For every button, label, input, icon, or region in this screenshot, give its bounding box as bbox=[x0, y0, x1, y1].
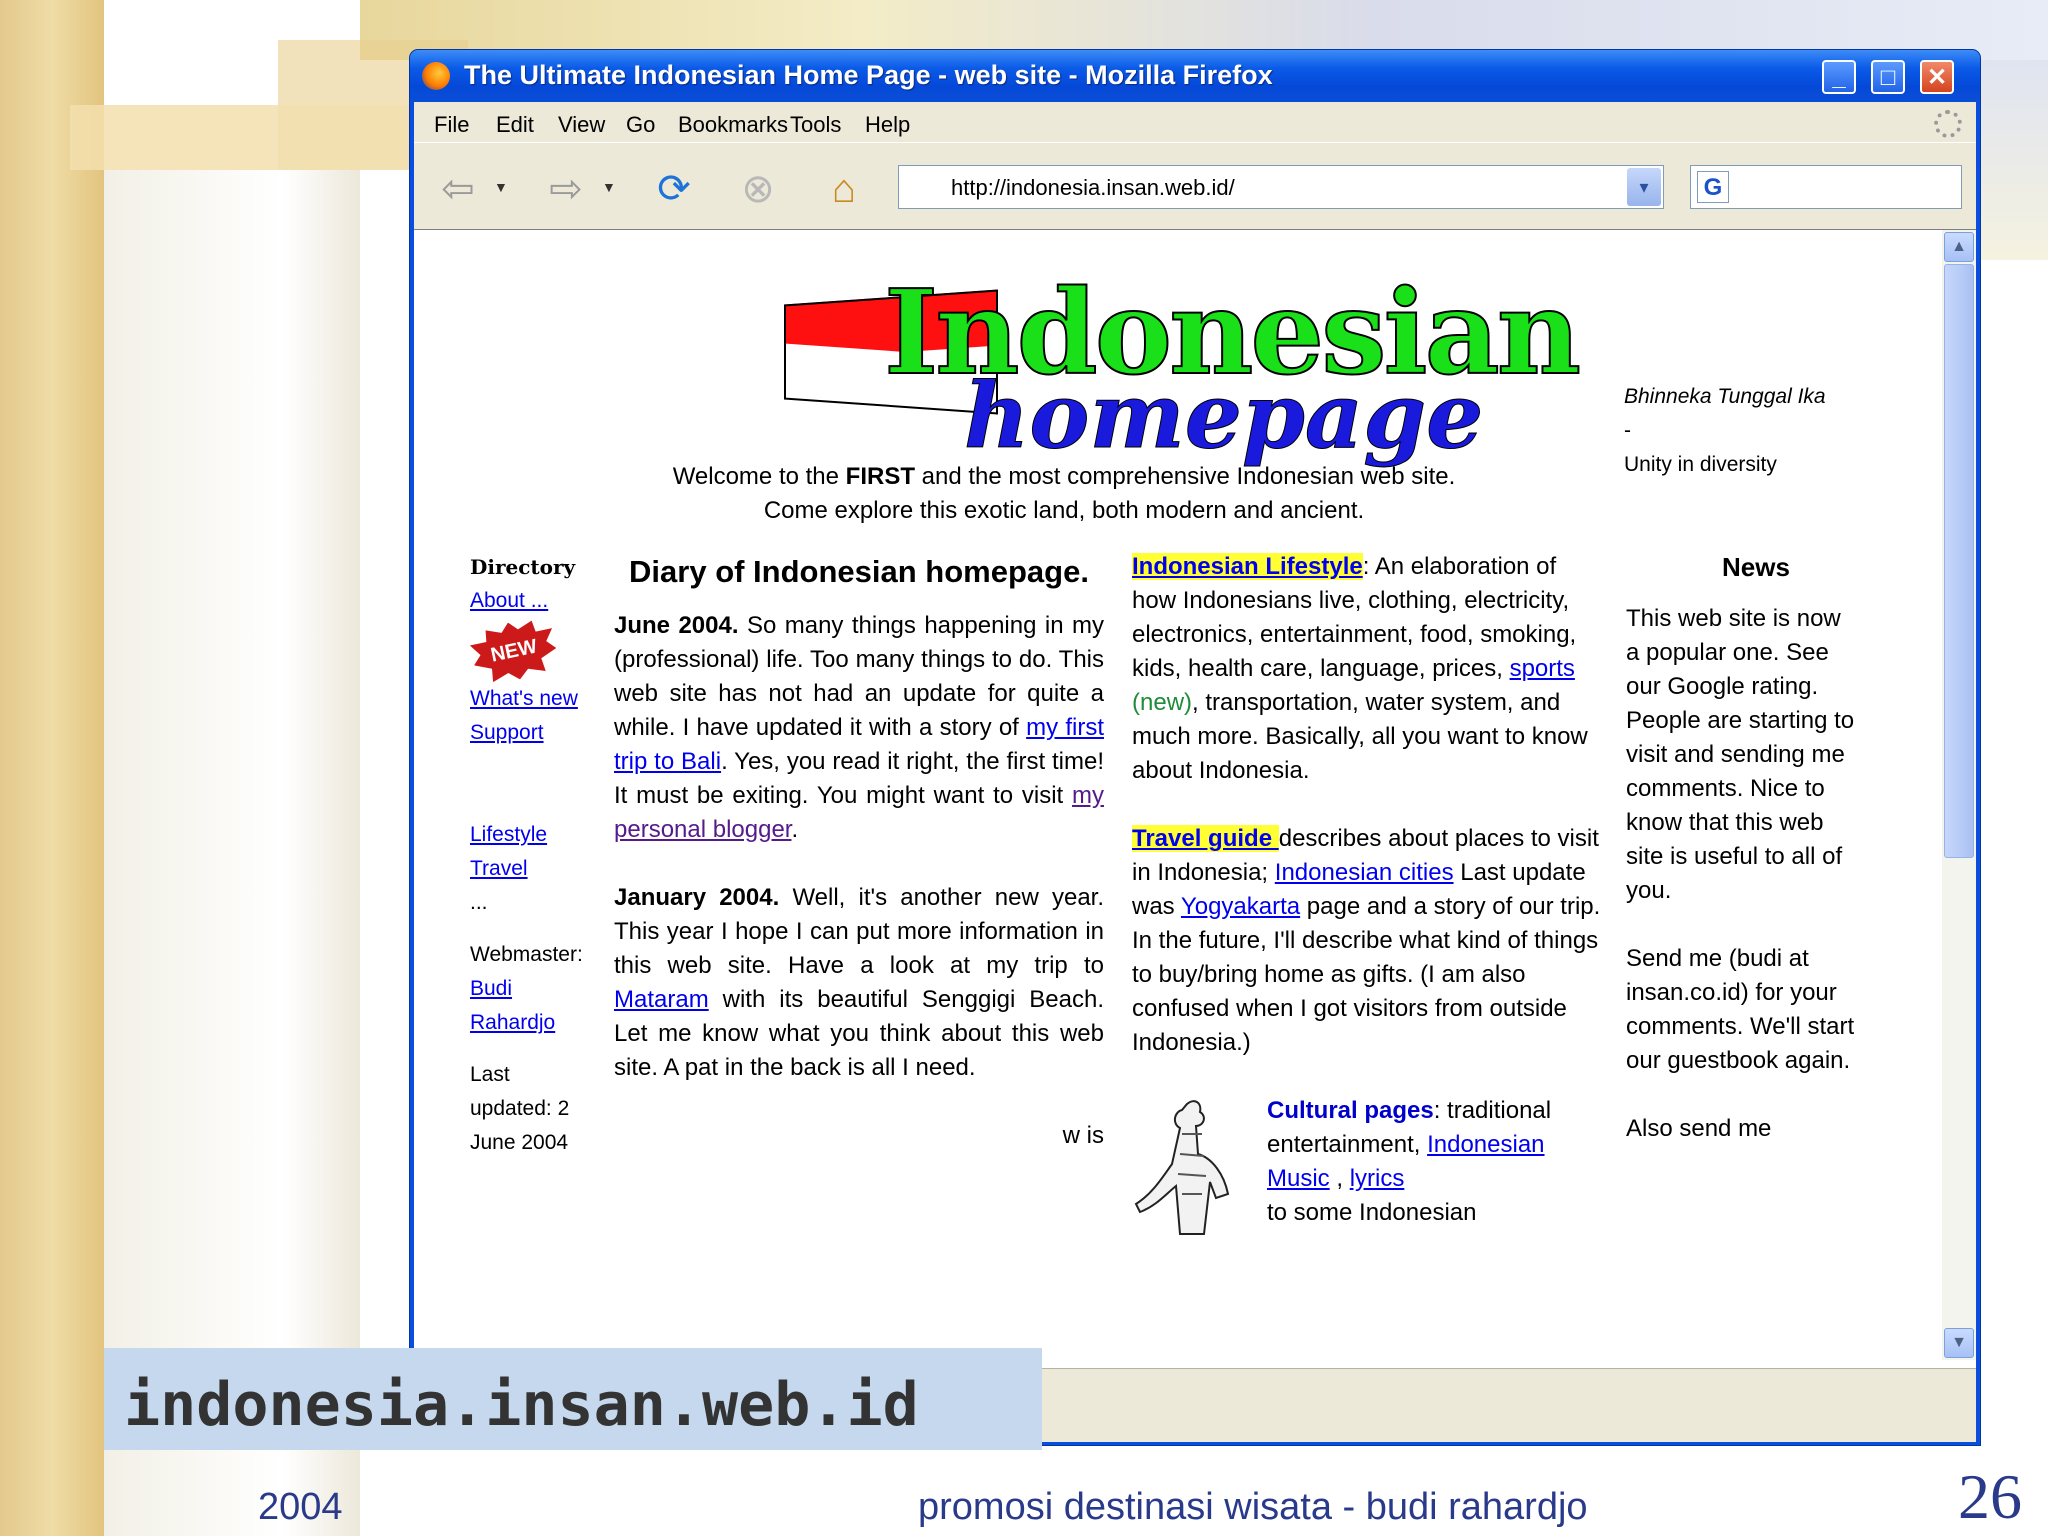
motto-line2: - bbox=[1624, 419, 1631, 442]
cultural-partial-text: to some Indonesian bbox=[1267, 1199, 1477, 1226]
menu-bookmarks[interactable]: Bookmarks bbox=[678, 112, 788, 138]
webmaster-label: Webmaster: bbox=[470, 943, 583, 966]
link-travel[interactable]: Travel bbox=[470, 857, 528, 880]
address-dropdown-icon[interactable]: ▾ bbox=[1627, 168, 1661, 206]
address-input[interactable]: http://indonesia.insan.web.id/ bbox=[951, 175, 1235, 201]
address-bar[interactable]: http://indonesia.insan.web.id/ ▾ bbox=[898, 165, 1664, 209]
link-sports[interactable]: sports bbox=[1510, 655, 1575, 682]
stop-icon[interactable]: ⊗ bbox=[734, 165, 782, 213]
travel-section: Travel guide describes about places to v… bbox=[1132, 822, 1602, 1060]
footer-title: promosi destinasi wisata - budi rahardjo bbox=[918, 1486, 1588, 1528]
slide-decoration-column bbox=[104, 170, 360, 1536]
welcome-post: and the most comprehensive Indonesian we… bbox=[914, 463, 1456, 490]
link-yogyakarta[interactable]: Yogyakarta bbox=[1181, 893, 1300, 920]
minimize-button[interactable]: _ bbox=[1822, 60, 1856, 94]
new-badge-icon: NEW bbox=[467, 614, 561, 688]
link-lifestyle[interactable]: Lifestyle bbox=[470, 823, 547, 846]
slide-decoration-band bbox=[70, 105, 430, 170]
welcome-line2: Come explore this exotic land, both mode… bbox=[763, 497, 1365, 524]
motto-line3: Unity in diversity bbox=[1624, 453, 1777, 476]
site-url-label: indonesia.insan.web.id bbox=[104, 1348, 1042, 1450]
diary-entry-june: June 2004. So many things happening in m… bbox=[614, 609, 1104, 847]
cultural-heading: Cultural pages bbox=[1267, 1097, 1434, 1124]
new-tag: (new) bbox=[1132, 689, 1193, 716]
footer-year: 2004 bbox=[258, 1486, 343, 1528]
slide-decoration-right bbox=[1975, 60, 2048, 260]
home-icon[interactable]: ⌂ bbox=[820, 165, 868, 213]
link-whats-new[interactable]: What's new bbox=[470, 687, 578, 710]
cultural-section: Cultural pages: traditional entertainmen… bbox=[1132, 1094, 1602, 1235]
link-webmaster-last[interactable]: Rahardjo bbox=[470, 1011, 555, 1034]
google-search-icon[interactable]: G bbox=[1697, 171, 1729, 203]
diary-text: . bbox=[791, 816, 799, 843]
diary-title: Diary of Indonesian homepage. bbox=[629, 554, 1089, 589]
directory-heading: Directory bbox=[470, 555, 576, 579]
firefox-icon bbox=[422, 62, 450, 90]
news-heading: News bbox=[1722, 552, 1790, 582]
lifestyle-text: , transportation, water system, and much… bbox=[1132, 689, 1588, 784]
menu-tools[interactable]: Tools bbox=[790, 112, 841, 138]
menu-file[interactable]: File bbox=[434, 112, 469, 138]
news-column: News This web site is now a popular one.… bbox=[1626, 550, 1856, 1146]
reload-icon[interactable]: ⟳ bbox=[650, 165, 698, 213]
cultural-separator: , bbox=[1329, 1165, 1350, 1192]
news-paragraph: Send me (budi at insan.co.id) for your c… bbox=[1626, 945, 1855, 1074]
lifestyle-section: Indonesian Lifestyle: An elaboration of … bbox=[1132, 550, 1602, 788]
welcome-pre: Welcome to the bbox=[672, 463, 846, 490]
navigation-toolbar: ⇦ ▼ ⇨ ▼ ⟳ ⊗ ⌂ http://indonesia.insan.web… bbox=[414, 142, 1976, 230]
motto-line1: Bhinneka Tunggal Ika bbox=[1624, 385, 1826, 408]
diary-column: Diary of Indonesian homepage. June 2004.… bbox=[614, 550, 1104, 1153]
browser-client: File Edit View Go Bookmarks Tools Help ⇦… bbox=[414, 102, 1976, 1442]
directory-ellipsis: ... bbox=[470, 891, 488, 914]
welcome-text: Welcome to the FIRST and the most compre… bbox=[564, 460, 1564, 528]
site-logo: Indonesian homepage bbox=[784, 264, 1582, 470]
directory-column: Directory About ... NEW What's new Suppo… bbox=[470, 550, 590, 1160]
menu-help[interactable]: Help bbox=[865, 112, 910, 138]
link-lyrics[interactable]: lyrics bbox=[1350, 1165, 1405, 1192]
link-mataram[interactable]: Mataram bbox=[614, 986, 709, 1013]
link-about[interactable]: About ... bbox=[470, 589, 548, 612]
diary-date: January 2004. bbox=[614, 884, 780, 911]
logo-text-homepage: homepage bbox=[963, 363, 1484, 470]
search-box[interactable]: G bbox=[1690, 165, 1962, 209]
menu-go[interactable]: Go bbox=[626, 112, 655, 138]
maximize-button[interactable]: □ bbox=[1871, 60, 1905, 94]
menu-edit[interactable]: Edit bbox=[496, 112, 534, 138]
diary-date: June 2004. bbox=[614, 612, 739, 639]
forward-dropdown-icon[interactable]: ▼ bbox=[602, 179, 616, 195]
news-paragraph: This web site is now a popular one. See … bbox=[1626, 605, 1855, 904]
slide-decoration-left bbox=[0, 0, 104, 1536]
scroll-up-icon[interactable]: ▲ bbox=[1944, 232, 1974, 262]
news-paragraph: Also send me bbox=[1626, 1115, 1772, 1142]
link-support[interactable]: Support bbox=[470, 721, 544, 744]
back-icon[interactable]: ⇦ bbox=[434, 165, 482, 213]
back-dropdown-icon[interactable]: ▼ bbox=[494, 179, 508, 195]
forward-icon[interactable]: ⇨ bbox=[542, 165, 590, 213]
diary-entry-january: January 2004. Well, it's another new yea… bbox=[614, 881, 1104, 1085]
wayang-puppet-icon bbox=[1134, 1100, 1230, 1235]
throbber-icon bbox=[1934, 110, 1962, 138]
window-title: The Ultimate Indonesian Home Page - web … bbox=[464, 60, 1273, 90]
scroll-thumb[interactable] bbox=[1944, 264, 1974, 858]
site-url-text: indonesia.insan.web.id bbox=[124, 1370, 919, 1440]
link-indonesian-cities[interactable]: Indonesian cities bbox=[1275, 859, 1454, 886]
scroll-down-icon[interactable]: ▼ bbox=[1944, 1328, 1974, 1358]
menu-view[interactable]: View bbox=[558, 112, 605, 138]
menu-bar: File Edit View Go Bookmarks Tools Help bbox=[414, 102, 1976, 142]
link-travel-guide[interactable]: Travel guide bbox=[1132, 825, 1279, 852]
page-viewport: Indonesian homepage Bhinneka Tunggal Ika… bbox=[414, 229, 1976, 1442]
features-column: Indonesian Lifestyle: An elaboration of … bbox=[1132, 550, 1602, 1235]
vertical-scrollbar[interactable]: ▲ ▼ bbox=[1942, 230, 1976, 1360]
motto: Bhinneka Tunggal Ika - Unity in diversit… bbox=[1624, 380, 1826, 482]
link-indonesian-lifestyle[interactable]: Indonesian Lifestyle bbox=[1132, 553, 1363, 580]
diary-partial-text: w is bbox=[1062, 1122, 1104, 1149]
browser-window: The Ultimate Indonesian Home Page - web … bbox=[410, 50, 1980, 1445]
welcome-bold: FIRST bbox=[845, 463, 915, 490]
link-webmaster-first[interactable]: Budi bbox=[470, 977, 512, 1000]
last-updated: Last updated: 2 June 2004 bbox=[470, 1063, 570, 1154]
title-bar[interactable]: The Ultimate Indonesian Home Page - web … bbox=[410, 50, 1980, 102]
close-button[interactable]: ✕ bbox=[1920, 60, 1954, 94]
page-number: 26 bbox=[1958, 1461, 2022, 1532]
